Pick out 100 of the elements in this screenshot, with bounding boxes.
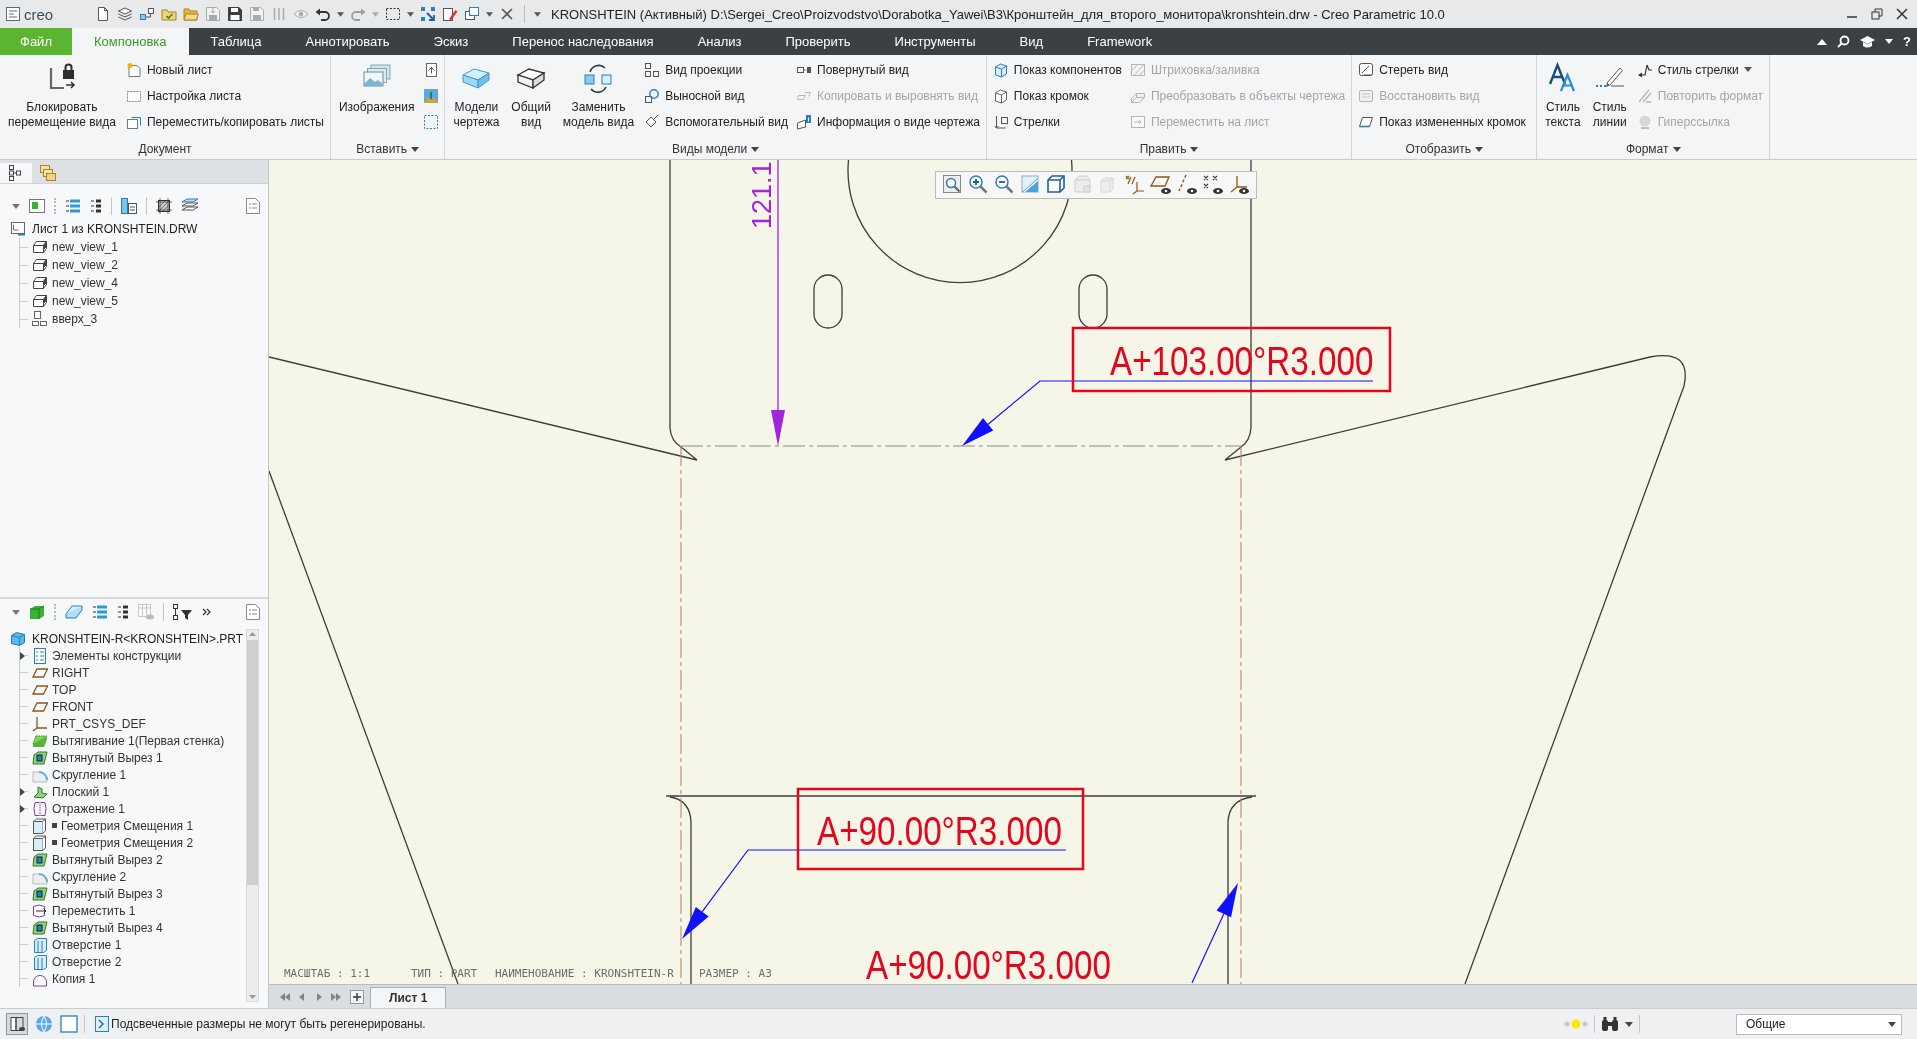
- ribbon-tab[interactable]: Вид: [997, 28, 1066, 55]
- ribbon-button[interactable]: Блокировать перемещение вида: [4, 57, 120, 130]
- folder-check-icon[interactable]: [161, 6, 177, 22]
- ribbon-tab[interactable]: Анализ: [675, 28, 764, 55]
- group-label[interactable]: Править: [1135, 139, 1203, 159]
- group-label[interactable]: Вставить: [352, 139, 424, 159]
- tree-item[interactable]: new_view_1: [20, 238, 121, 256]
- ribbon-button[interactable]: Повернутый вид: [794, 57, 911, 82]
- close-icon[interactable]: [1896, 8, 1908, 20]
- chevrons-icon[interactable]: [202, 608, 212, 616]
- ribbon-button[interactable]: Стиль текста: [1541, 57, 1585, 130]
- caret-icon[interactable]: [407, 11, 414, 17]
- ribbon-tab[interactable]: Framework: [1065, 28, 1175, 55]
- tree-item[interactable]: new_view_2: [20, 256, 121, 274]
- layer-stack-icon[interactable]: [181, 198, 199, 214]
- new-file-icon[interactable]: [95, 6, 111, 22]
- tree-item[interactable]: Вытянутый Вырез 3: [20, 885, 165, 902]
- tree-item[interactable]: KRONSHTEIN-R<KRONSHTEIN>.PRT: [32, 631, 244, 646]
- ribbon-button[interactable]: Заменить модель вида: [558, 57, 639, 130]
- caret-up-icon[interactable]: [1817, 38, 1828, 45]
- nodes-icon[interactable]: [139, 6, 155, 22]
- stack-icon[interactable]: [117, 6, 133, 22]
- scrollbar[interactable]: [246, 629, 259, 1002]
- csys-display-icon[interactable]: [1228, 174, 1250, 196]
- save-icon[interactable]: [227, 6, 243, 22]
- caret-icon[interactable]: [486, 11, 493, 17]
- ribbon-button[interactable]: Настройка листа: [123, 83, 244, 108]
- ribbon-tab[interactable]: Таблица: [188, 28, 284, 55]
- group-label[interactable]: Виды модели: [667, 139, 764, 159]
- tree-item[interactable]: Отражение 1: [20, 800, 127, 817]
- tree-item[interactable]: PRT_CSYS_DEF: [20, 715, 148, 732]
- windows-icon[interactable]: [464, 6, 480, 22]
- tree-item[interactable]: Скругление 1: [20, 766, 129, 783]
- plane-display-icon[interactable]: [1150, 174, 1172, 196]
- tree-item[interactable]: Переместить 1: [20, 902, 138, 919]
- add-icon[interactable]: [350, 989, 364, 1004]
- cube-icon[interactable]: [1046, 174, 1068, 196]
- ribbon-button[interactable]: Стиль стрелки: [1634, 57, 1754, 82]
- tree-item[interactable]: TOP: [20, 681, 79, 698]
- tree-item[interactable]: Геометрия Смещения 1: [20, 817, 196, 834]
- ribbon-tab[interactable]: Инструменты: [872, 28, 998, 55]
- tree-item[interactable]: Вытянутый Вырез 4: [20, 919, 165, 936]
- collapse-tree-icon[interactable]: [90, 198, 102, 214]
- hatch-filter-icon[interactable]: [156, 198, 172, 214]
- tree-item[interactable]: RIGHT: [20, 664, 92, 681]
- caret-icon[interactable]: [534, 11, 541, 17]
- ribbon-tab[interactable]: Проверить: [763, 28, 873, 55]
- select-box-icon[interactable]: [385, 6, 401, 22]
- tree-item[interactable]: Элементы конструкции: [20, 647, 184, 664]
- tree-item[interactable]: вверх_3: [20, 310, 100, 328]
- ribbon-button[interactable]: Показ кромок: [990, 83, 1091, 108]
- zoom-in-icon[interactable]: [968, 174, 990, 196]
- first-icon[interactable]: [279, 991, 291, 1002]
- expand-tree-icon[interactable]: [65, 198, 81, 214]
- point-display-icon[interactable]: [1202, 174, 1224, 196]
- ribbon-button[interactable]: Модели чертежа: [449, 57, 504, 130]
- group-label[interactable]: Формат: [1621, 139, 1685, 159]
- tree-item[interactable]: new_view_4: [20, 274, 121, 292]
- notes-icon[interactable]: [246, 604, 260, 620]
- help-button[interactable]: ?: [1903, 34, 1911, 49]
- ribbon-button[interactable]: Выносной вид: [642, 83, 747, 108]
- ribbon-button[interactable]: Вспомогательный вид: [642, 109, 790, 134]
- scrollbar-thumb[interactable]: [247, 640, 258, 885]
- ribbon-tab[interactable]: Эскиз: [411, 28, 491, 55]
- pencil-icon[interactable]: [442, 6, 458, 22]
- eraser-icon[interactable]: [65, 604, 83, 620]
- search-icon[interactable]: [1837, 35, 1851, 48]
- tree-item[interactable]: Вытягивание 1(Первая стенка): [20, 732, 227, 749]
- last-icon[interactable]: [330, 991, 342, 1002]
- ribbon-button[interactable]: Изображения: [335, 57, 419, 115]
- ribbon-button[interactable]: Показ компонентов: [990, 57, 1124, 82]
- tree-columns-icon[interactable]: [121, 198, 137, 214]
- caret-icon[interactable]: [337, 11, 344, 17]
- tree-item[interactable]: new_view_5: [20, 292, 121, 310]
- ribbon-button[interactable]: Вид проекции: [642, 57, 745, 82]
- undo-icon[interactable]: [315, 6, 331, 22]
- collapse-tree-icon[interactable]: [117, 604, 129, 620]
- ribbon-button[interactable]: Переместить/копировать листы: [123, 109, 326, 134]
- tree-item[interactable]: Вытянутый Вырез 2: [20, 851, 165, 868]
- tree-item[interactable]: Плоский 1: [20, 783, 112, 800]
- graduation-cap-icon[interactable]: [1860, 35, 1876, 48]
- ribbon-button[interactable]: Стиль линии: [1588, 57, 1631, 130]
- group-label[interactable]: Отобразить: [1401, 139, 1487, 159]
- zoom-out-icon[interactable]: [994, 174, 1016, 196]
- ribbon-button[interactable]: Новый лист: [123, 57, 215, 82]
- ribbon-button[interactable]: Информация о виде чертежа: [794, 109, 982, 134]
- datum-display-icon[interactable]: [1124, 174, 1146, 196]
- tree-filter-icon[interactable]: [173, 604, 193, 620]
- tree-item[interactable]: Геометрия Смещения 2: [20, 834, 196, 851]
- ribbon-button[interactable]: Стрелки: [990, 109, 1062, 134]
- expand-tree-icon[interactable]: [92, 604, 108, 620]
- ribbon-button[interactable]: Стереть вид: [1356, 57, 1450, 82]
- regenerate-icon[interactable]: [420, 6, 436, 22]
- sheet-display-icon[interactable]: [29, 198, 45, 214]
- ribbon-button[interactable]: Общий вид: [507, 57, 555, 130]
- caret-icon[interactable]: [1625, 1021, 1633, 1027]
- axis-display-icon[interactable]: [1176, 174, 1198, 196]
- tree-item[interactable]: Копия 1: [20, 970, 98, 987]
- close-windows-icon[interactable]: [499, 6, 515, 22]
- restore-icon[interactable]: [1871, 8, 1883, 20]
